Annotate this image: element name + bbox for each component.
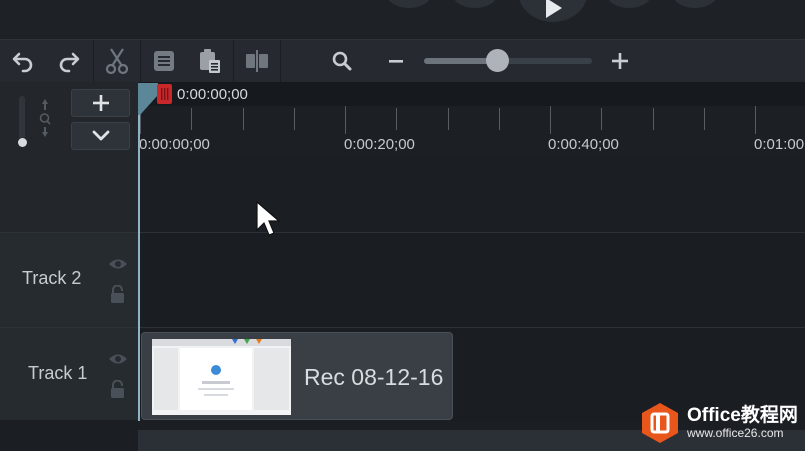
- paste-icon: [200, 49, 220, 73]
- ruler-minor-tick: [498, 108, 500, 130]
- zoom-in-button[interactable]: [606, 40, 634, 82]
- add-track-button[interactable]: [71, 89, 130, 117]
- watermark: Office教程网 www.office26.com: [641, 402, 798, 444]
- track-name: Track 1: [28, 363, 88, 383]
- track-zoom-icon: [39, 99, 51, 137]
- ruler-tick-label: 0:00:00;00: [139, 136, 210, 153]
- plus-icon: [92, 95, 109, 111]
- eye-icon[interactable]: [108, 352, 128, 366]
- clip-label: Rec 08-12-16: [304, 364, 444, 390]
- grip-lines-icon: [161, 88, 169, 100]
- cut-button[interactable]: [94, 40, 140, 82]
- copy-button[interactable]: [141, 40, 187, 82]
- chevron-down-icon: [92, 130, 109, 141]
- ruler-minor-tick: [396, 108, 398, 130]
- cut-icon: [105, 48, 129, 75]
- ruler-major-tick: [550, 106, 551, 134]
- split-button[interactable]: [234, 40, 280, 82]
- undo-button[interactable]: [0, 40, 46, 82]
- plus-icon: [612, 53, 628, 69]
- playhead-in-handle-icon[interactable]: [138, 83, 158, 115]
- play-button[interactable]: [518, 0, 588, 22]
- ruler-minor-tick: [652, 108, 654, 130]
- step-forward-button[interactable]: [606, 0, 652, 8]
- ruler-major-tick: [755, 106, 756, 134]
- media-clip[interactable]: Rec 08-12-16: [141, 332, 453, 420]
- ruler-tick-label: 0:00:40;00: [548, 136, 619, 153]
- toolbar-divider: [280, 40, 281, 82]
- ruler-major-tick: [345, 106, 346, 134]
- zoom-out-button[interactable]: [382, 40, 410, 82]
- undo-icon: [12, 52, 33, 73]
- timeline-footer-left: [0, 420, 138, 451]
- playhead-out-marker[interactable]: [157, 84, 172, 104]
- timeline-toolbar: [0, 40, 805, 82]
- mouse-cursor-icon: [256, 200, 281, 236]
- ruler-minor-tick: [293, 108, 295, 130]
- playhead-line[interactable]: [138, 98, 140, 421]
- next-frame-button[interactable]: [672, 0, 718, 8]
- split-icon: [246, 50, 268, 72]
- ruler-minor-tick: [242, 108, 244, 130]
- zoom-magnifier-icon: [332, 51, 352, 71]
- watermark-url: www.office26.com: [687, 426, 784, 440]
- empty-track-header: [0, 154, 138, 232]
- ruler-minor-tick: [191, 108, 193, 130]
- lock-icon[interactable]: [110, 285, 125, 303]
- lock-icon[interactable]: [110, 380, 125, 398]
- clip-thumbnail: [152, 339, 291, 415]
- redo-button[interactable]: [46, 40, 92, 82]
- playback-controls-area: [0, 0, 805, 40]
- step-back-button[interactable]: [452, 0, 498, 8]
- ruler-tick-label: 0:00:20;00: [344, 136, 415, 153]
- track-name: Track 2: [22, 268, 82, 288]
- previous-frame-button[interactable]: [386, 0, 432, 8]
- paste-button[interactable]: [187, 40, 233, 82]
- collapse-tracks-button[interactable]: [71, 122, 130, 150]
- ruler-minor-tick: [703, 108, 705, 130]
- office-logo-icon: [642, 403, 678, 443]
- watermark-title: Office教程网: [687, 405, 798, 426]
- track-height-slider-thumb[interactable]: [18, 138, 27, 147]
- zoom-search-button[interactable]: [326, 40, 358, 82]
- play-icon: [546, 0, 562, 18]
- copy-icon: [154, 51, 174, 71]
- redo-icon: [59, 52, 80, 73]
- ruler-tick-label: 0:01:00: [754, 136, 805, 153]
- playhead-time: 0:00:00;00: [177, 86, 248, 103]
- screen-recording-preview-icon: [152, 339, 291, 415]
- ruler-minor-tick: [447, 108, 449, 130]
- eye-icon[interactable]: [108, 257, 128, 271]
- track-header-1[interactable]: Track 1: [0, 327, 138, 421]
- ruler-minor-tick: [601, 108, 603, 130]
- minus-icon: [389, 60, 403, 63]
- track-header-2[interactable]: Track 2: [0, 232, 138, 327]
- track-height-slider[interactable]: [19, 96, 25, 140]
